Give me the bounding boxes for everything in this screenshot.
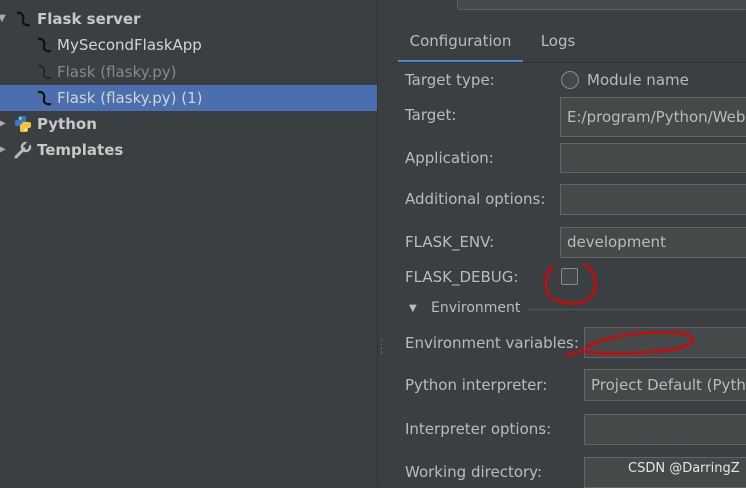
wrench-icon — [14, 141, 32, 159]
flask-debug-checkbox[interactable] — [561, 268, 578, 285]
env-vars-field[interactable] — [584, 327, 746, 358]
flask-env-label: FLASK_ENV: — [405, 233, 495, 251]
target-type-label: Target type: — [405, 71, 495, 89]
section-divider — [527, 309, 746, 310]
environment-section-title: Environment — [431, 300, 521, 316]
flask-env-field[interactable]: development — [560, 227, 746, 258]
interpreter-options-label: Interpreter options: — [405, 420, 552, 438]
tree-item-flask-flasky[interactable]: Flask (flasky.py) — [0, 59, 377, 85]
application-label: Application: — [405, 149, 494, 167]
tree-item-label: Flask (flasky.py) (1) — [57, 89, 203, 107]
tab-logs[interactable]: Logs — [533, 30, 583, 60]
working-directory-label: Working directory: — [405, 463, 543, 481]
splitter-grip-icon[interactable]: · · · · — [380, 337, 386, 360]
flask-icon — [35, 89, 53, 107]
application-field[interactable] — [560, 143, 746, 173]
chevron-right-icon[interactable]: ▶ — [0, 137, 8, 163]
tree-item-mysecondflaskapp[interactable]: MySecondFlaskApp — [0, 32, 377, 58]
tree-item-flask-server[interactable]: ▼ Flask server — [0, 6, 377, 32]
tab-configuration[interactable]: Configuration — [398, 30, 523, 63]
chevron-right-icon[interactable]: ▶ — [0, 111, 8, 137]
module-name-radio[interactable] — [561, 71, 579, 89]
tree-item-flask-flasky-1[interactable]: Flask (flasky.py) (1) — [0, 85, 377, 111]
additional-options-field[interactable] — [560, 184, 746, 215]
tree-item-label: Flask server — [37, 10, 141, 28]
target-field[interactable]: E:/program/Python/Web — [560, 97, 746, 137]
flask-icon — [35, 63, 53, 81]
flask-debug-label: FLASK_DEBUG: — [405, 268, 519, 286]
tree-item-label: Flask (flasky.py) — [57, 63, 177, 81]
python-interpreter-label: Python interpreter: — [405, 376, 548, 394]
panel-splitter[interactable] — [377, 0, 394, 487]
tree-item-label: Templates — [37, 141, 124, 159]
target-label: Target: — [405, 106, 457, 124]
tree-item-templates[interactable]: ▶ Templates — [0, 137, 377, 163]
environment-section-header[interactable]: ▼ Environment — [405, 300, 746, 318]
python-icon — [14, 115, 32, 133]
tree-item-label: MySecondFlaskApp — [57, 36, 202, 54]
interpreter-options-field[interactable] — [584, 414, 746, 445]
name-field[interactable] — [457, 0, 746, 10]
flask-icon — [14, 10, 32, 28]
module-name-label: Module name — [587, 71, 689, 89]
flask-icon — [35, 36, 53, 54]
python-interpreter-select[interactable]: Project Default (Pytho — [584, 369, 746, 401]
additional-options-label: Additional options: — [405, 190, 546, 208]
tab-divider — [393, 62, 746, 63]
chevron-down-icon[interactable]: ▼ — [409, 303, 417, 314]
chevron-down-icon[interactable]: ▼ — [0, 6, 8, 32]
tree-item-label: Python — [37, 115, 97, 133]
tree-item-python[interactable]: ▶ Python — [0, 111, 377, 137]
run-config-tree: ▼ Flask server MySecondFlaskApp Flask (f… — [0, 0, 377, 487]
watermark: CSDN @DarringZ — [628, 461, 740, 476]
env-vars-label: Environment variables: — [405, 334, 579, 352]
